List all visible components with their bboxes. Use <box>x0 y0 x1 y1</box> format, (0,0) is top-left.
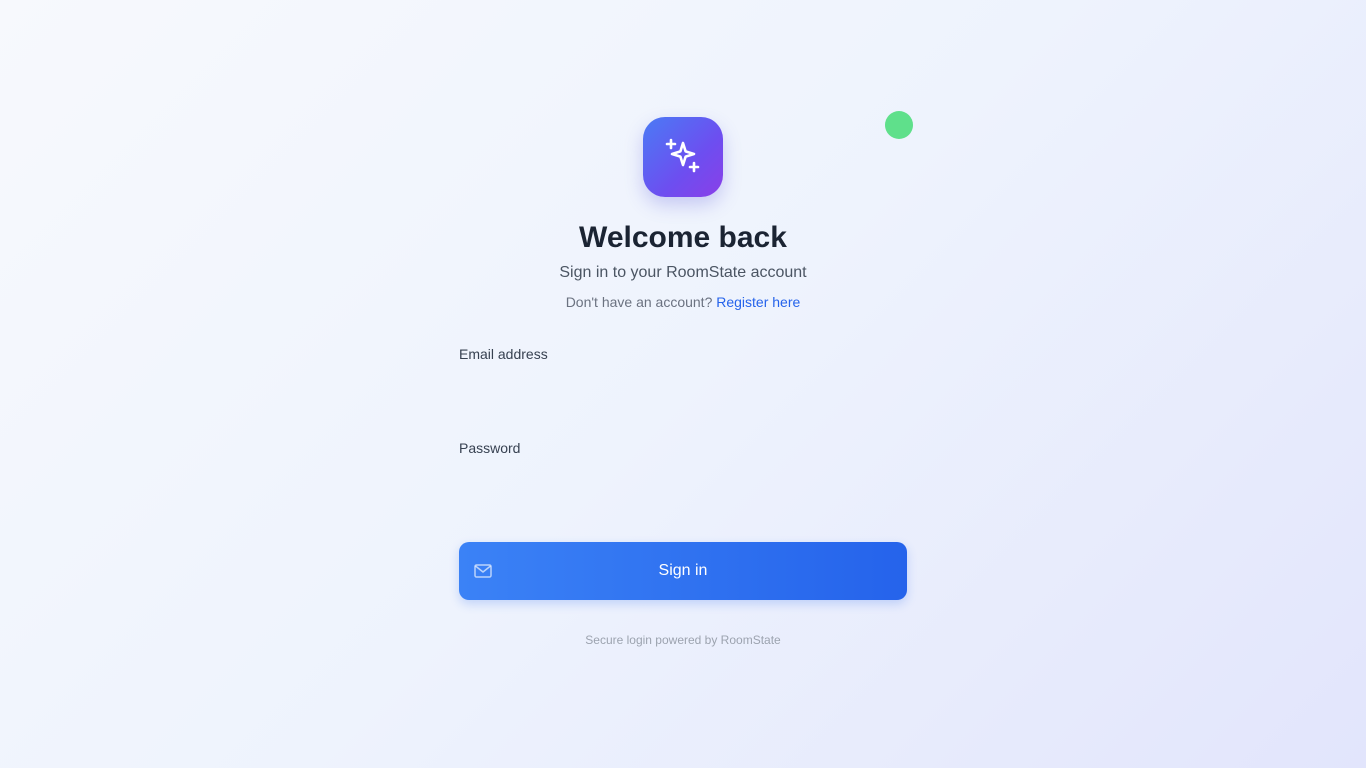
footer-note: Secure login powered by RoomState <box>585 633 781 647</box>
register-prompt-line: Don't have an account? Register here <box>459 292 907 312</box>
password-field[interactable] <box>459 458 907 532</box>
page-title: Welcome back <box>579 221 787 254</box>
sign-in-label: Sign in <box>658 562 708 579</box>
app-logo <box>643 117 723 197</box>
sparkles-icon <box>665 138 700 173</box>
password-label: Password <box>459 440 521 456</box>
sign-in-button[interactable]: Sign in <box>459 542 907 600</box>
register-link[interactable]: Register here <box>716 294 800 310</box>
login-panel: Welcome back Sign in to your RoomState a… <box>459 117 907 648</box>
page-subtitle: Sign in to your RoomState account <box>559 264 807 281</box>
email-label: Email address <box>459 346 548 362</box>
mail-icon <box>474 564 492 578</box>
email-field[interactable] <box>459 364 907 438</box>
register-prompt: Don't have an account? <box>565 294 713 310</box>
